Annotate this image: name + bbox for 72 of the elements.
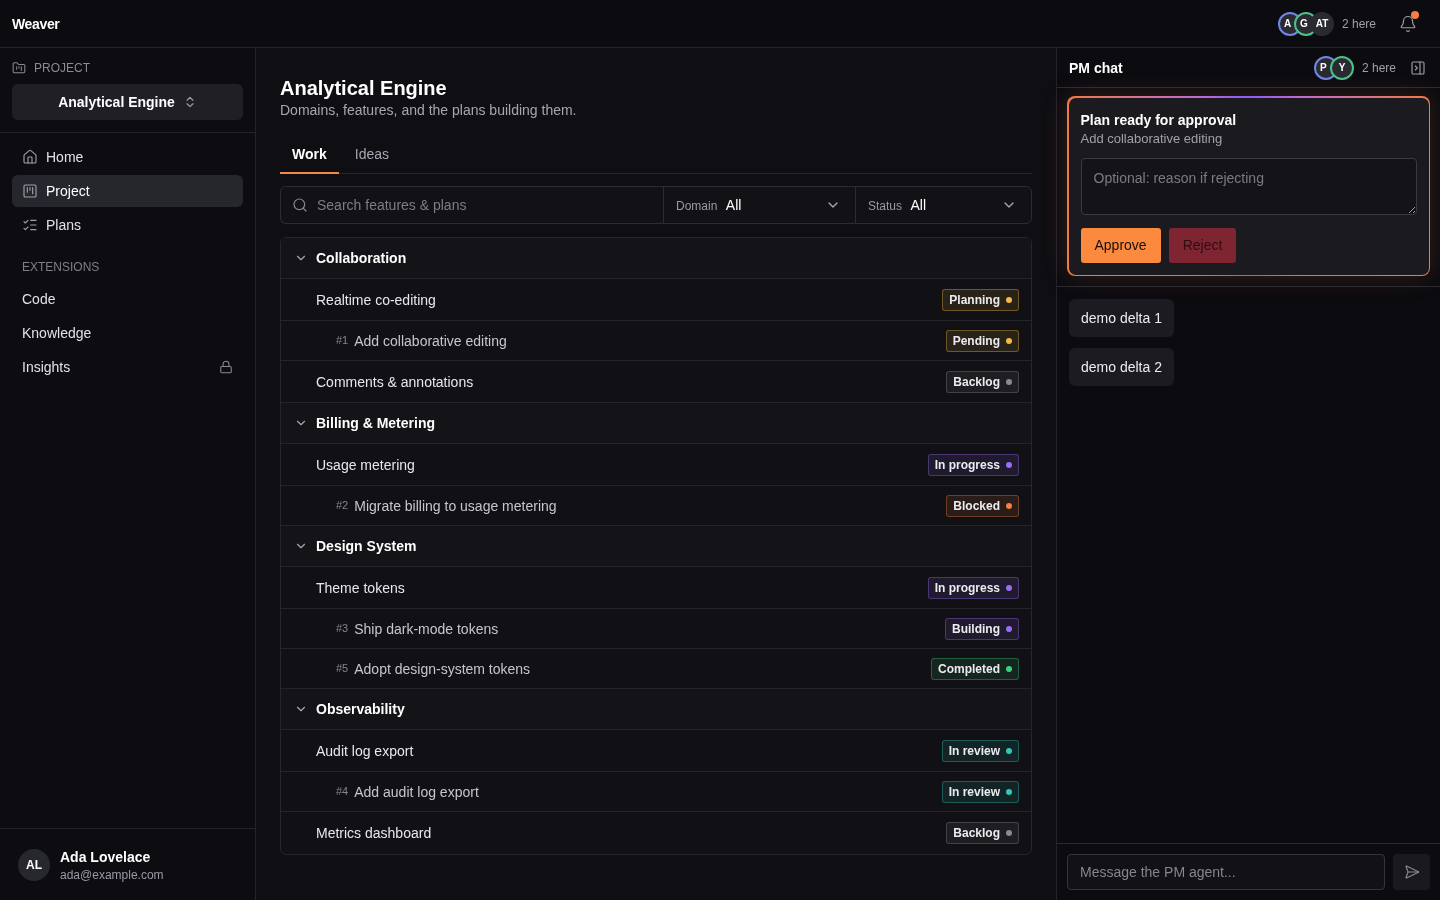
checklist-icon [22, 217, 38, 233]
approve-button[interactable]: Approve [1080, 227, 1161, 263]
domain-header[interactable]: Observability [281, 689, 1031, 730]
plan-number: #5 [336, 661, 349, 677]
status-text: Blocked [953, 497, 1000, 514]
folder-icon [12, 61, 26, 75]
status-text: In progress [934, 456, 1000, 473]
status-text: Planning [949, 291, 1000, 308]
nav-item[interactable]: Insights [12, 351, 243, 383]
chat-message: demo delta 1 [1069, 299, 1174, 337]
nav-item[interactable]: Plans [12, 209, 243, 241]
page-subtitle: Domains, features, and the plans building them. [280, 101, 577, 120]
project-selector[interactable]: Analytical Engine [12, 84, 243, 120]
page-title: Analytical Engine [280, 76, 447, 100]
nav-item[interactable]: Project [12, 175, 243, 207]
nav-item[interactable]: Knowledge [12, 317, 243, 349]
board-icon [22, 183, 38, 199]
panel-collapse-icon [1410, 59, 1426, 76]
plan-title: Add collaborative editing [354, 331, 507, 351]
tab[interactable]: Ideas [342, 136, 401, 174]
tab[interactable]: Work [280, 136, 339, 174]
nav-item[interactable]: Home [12, 141, 243, 173]
domain-header[interactable]: Billing & Metering [281, 403, 1031, 444]
domain-header[interactable]: Design System [281, 526, 1031, 567]
plan-title: Adopt design-system tokens [354, 659, 531, 679]
status-text: In review [948, 742, 1000, 759]
plan-number: #3 [336, 621, 349, 637]
reason-field[interactable]: Optional: reason if rejecting [1080, 157, 1417, 215]
feature-name: Audit log export [316, 741, 414, 761]
status-text: Building [952, 620, 1000, 637]
plan-title: Add audit log export [354, 782, 479, 802]
send-icon [1403, 864, 1420, 880]
bell-icon [1399, 14, 1417, 33]
filter-dropdown[interactable]: Status All [855, 186, 1032, 224]
status-text: Backlog [953, 373, 1000, 390]
plan-title: Ship dark-mode tokens [354, 619, 499, 639]
message-field[interactable]: Message the PM agent... [1067, 854, 1385, 890]
feature-name: Usage metering [316, 455, 415, 475]
user-email: ada@example.com [60, 866, 164, 883]
user-name: Ada Lovelace [60, 847, 152, 867]
feature-name: Realtime co-editing [316, 290, 436, 310]
panel-title: PM chat [1069, 58, 1123, 78]
app-title: Weaver [12, 14, 60, 34]
feature-name: Metrics dashboard [316, 824, 432, 843]
send-button[interactable] [1393, 854, 1430, 890]
status-text: Backlog [953, 825, 1000, 841]
status-text: In progress [934, 579, 1000, 596]
status-text: Completed [938, 660, 1000, 677]
plan-title: Migrate billing to usage metering [354, 496, 557, 516]
avatar: Y [1329, 55, 1354, 80]
search-field[interactable]: Search features & plans [280, 186, 663, 224]
filter-dropdown[interactable]: Domain All [663, 186, 855, 224]
user-avatar: AL [18, 848, 50, 881]
domain-header[interactable]: Collaboration [281, 238, 1031, 279]
plan-number: #2 [336, 498, 349, 514]
chat-message: demo delta 2 [1069, 348, 1174, 386]
avatar: AT [1309, 11, 1334, 36]
plan-number: #1 [336, 333, 349, 349]
feature-name: Theme tokens [316, 578, 405, 598]
status-text: Pending [952, 332, 1000, 349]
search-icon [292, 197, 308, 213]
house-icon [22, 149, 38, 165]
section-label: PROJECT [34, 60, 90, 76]
status-text: In review [948, 783, 1000, 800]
section-label: EXTENSIONS [21, 259, 101, 275]
nav-item[interactable]: Code [12, 283, 243, 315]
presence-count: 2 here [1361, 59, 1396, 76]
presence-count: 2 here [1341, 15, 1376, 32]
plan-number: #4 [336, 784, 349, 800]
approval-title: Plan ready for approval [1080, 110, 1238, 130]
approval-subtitle: Add collaborative editing [1080, 129, 1224, 148]
feature-name: Comments & annotations [316, 372, 474, 392]
